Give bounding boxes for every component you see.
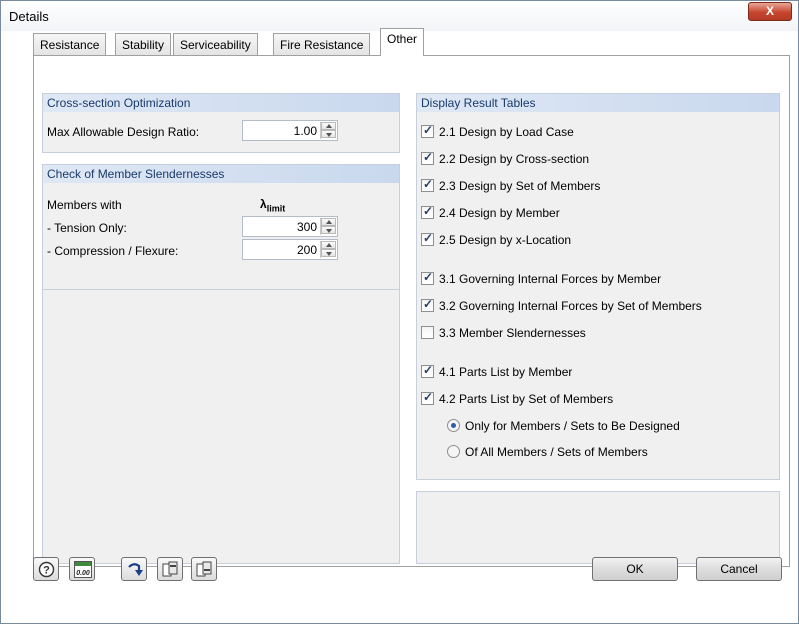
help-button[interactable]: ? <box>33 557 59 581</box>
spin-down-icon[interactable] <box>321 226 336 234</box>
checkbox[interactable] <box>421 231 434 246</box>
member-slenderness-group: Check of Member Slendernesses Members wi… <box>42 164 400 564</box>
tab-stability[interactable]: Stability <box>115 33 172 55</box>
tension-only-label: - Tension Only: <box>47 221 127 235</box>
compression-limit-value: 200 <box>296 243 317 257</box>
radio-button[interactable] <box>447 419 460 432</box>
import-icon <box>196 561 212 577</box>
import-button[interactable] <box>191 557 217 581</box>
spinner-arrows <box>320 241 336 258</box>
reset-defaults-button[interactable] <box>121 557 147 581</box>
members-with-label: Members with <box>47 198 122 212</box>
tab-other[interactable]: Other <box>380 28 425 56</box>
tab-serviceability[interactable]: Serviceability <box>173 33 258 55</box>
spin-up-icon[interactable] <box>321 122 336 130</box>
checkbox[interactable] <box>421 123 434 138</box>
spin-down-icon[interactable] <box>321 130 336 138</box>
title-bar: Details X <box>1 1 798 31</box>
spin-up-icon[interactable] <box>321 218 336 226</box>
spinner-arrows <box>320 218 336 235</box>
max-design-ratio-label: Max Allowable Design Ratio: <box>47 125 200 139</box>
checkbox[interactable] <box>421 177 434 192</box>
tension-limit-spinner[interactable]: 300 <box>242 216 338 237</box>
checkbox[interactable] <box>421 150 434 165</box>
ok-button[interactable]: OK <box>592 557 678 581</box>
tab-resistance[interactable]: Resistance <box>33 33 107 55</box>
help-icon: ? <box>38 561 55 578</box>
lambda-limit-label: λlimit <box>260 197 286 214</box>
cross-section-optimization-header: Cross-section Optimization <box>43 94 399 112</box>
compression-flexure-label: - Compression / Flexure: <box>47 244 179 258</box>
spin-down-icon[interactable] <box>321 249 336 257</box>
max-design-ratio-spinner[interactable]: 1.00 <box>242 120 338 141</box>
display-result-tables-group: Display Result Tables 2.1 Design by Load… <box>416 93 780 480</box>
reset-icon <box>128 563 143 576</box>
checkbox[interactable] <box>421 326 434 339</box>
svg-text:?: ? <box>43 565 50 577</box>
member-slenderness-header: Check of Member Slendernesses <box>43 165 399 183</box>
spin-up-icon[interactable] <box>321 241 336 249</box>
window-title: Details <box>9 9 49 24</box>
compression-limit-spinner[interactable]: 200 <box>242 239 338 260</box>
close-icon: X <box>765 4 774 18</box>
checkbox[interactable] <box>421 297 434 312</box>
radio-button[interactable] <box>447 445 460 458</box>
display-result-tables-header: Display Result Tables <box>417 94 779 112</box>
checkbox[interactable] <box>421 204 434 219</box>
svg-text:0.00: 0.00 <box>76 570 90 577</box>
max-design-ratio-value: 1.00 <box>293 124 317 138</box>
tension-limit-value: 300 <box>296 220 317 234</box>
checkbox[interactable] <box>421 270 434 285</box>
tab-fire-resistance[interactable]: Fire Resistance <box>273 33 371 55</box>
info-panel <box>416 491 780 564</box>
close-button[interactable]: X <box>748 2 792 21</box>
export-icon <box>162 561 178 577</box>
cancel-button[interactable]: Cancel <box>696 557 782 581</box>
tab-panel-other: Cross-section Optimization Max Allowable… <box>33 55 790 567</box>
export-button[interactable] <box>157 557 183 581</box>
spinner-arrows <box>320 122 336 139</box>
decimal-places-button[interactable]: 0.00 <box>69 557 95 581</box>
checkbox[interactable] <box>421 390 434 405</box>
checkbox[interactable] <box>421 363 434 378</box>
cross-section-optimization-group: Cross-section Optimization Max Allowable… <box>42 93 400 153</box>
divider <box>43 289 399 290</box>
decimal-places-icon: 0.00 <box>74 561 92 578</box>
